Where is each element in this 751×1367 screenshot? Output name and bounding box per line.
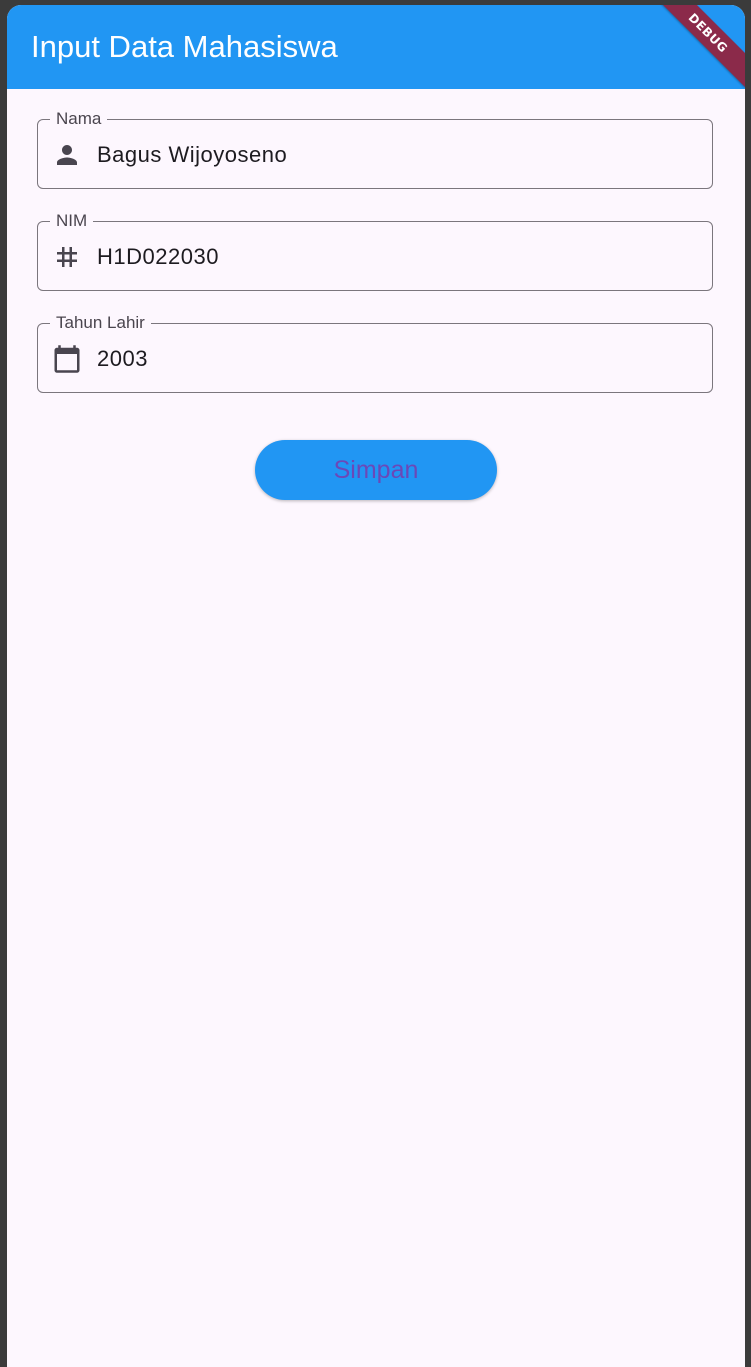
birth-year-field[interactable]: Tahun Lahir 2003 <box>37 312 713 393</box>
name-field[interactable]: Nama Bagus Wijoyoseno <box>37 108 713 189</box>
person-icon <box>52 140 82 170</box>
app-screen: Input Data Mahasiswa DEBUG Nama Bagus Wi… <box>7 5 745 1367</box>
debug-banner: DEBUG <box>653 5 745 88</box>
name-field-value[interactable]: Bagus Wijoyoseno <box>97 140 287 170</box>
app-bar: Input Data Mahasiswa DEBUG <box>7 5 745 89</box>
calendar-icon <box>52 344 82 374</box>
nim-field[interactable]: NIM H1D022030 <box>37 210 713 291</box>
birth-year-field-label: Tahun Lahir <box>50 312 151 334</box>
nim-field-label: NIM <box>50 210 94 232</box>
nim-field-value[interactable]: H1D022030 <box>97 242 219 272</box>
page-title: Input Data Mahasiswa <box>31 29 338 64</box>
name-field-label: Nama <box>50 108 108 130</box>
birth-year-field-value[interactable]: 2003 <box>97 344 148 374</box>
save-button[interactable]: Simpan <box>255 440 497 500</box>
tag-icon <box>52 242 82 272</box>
